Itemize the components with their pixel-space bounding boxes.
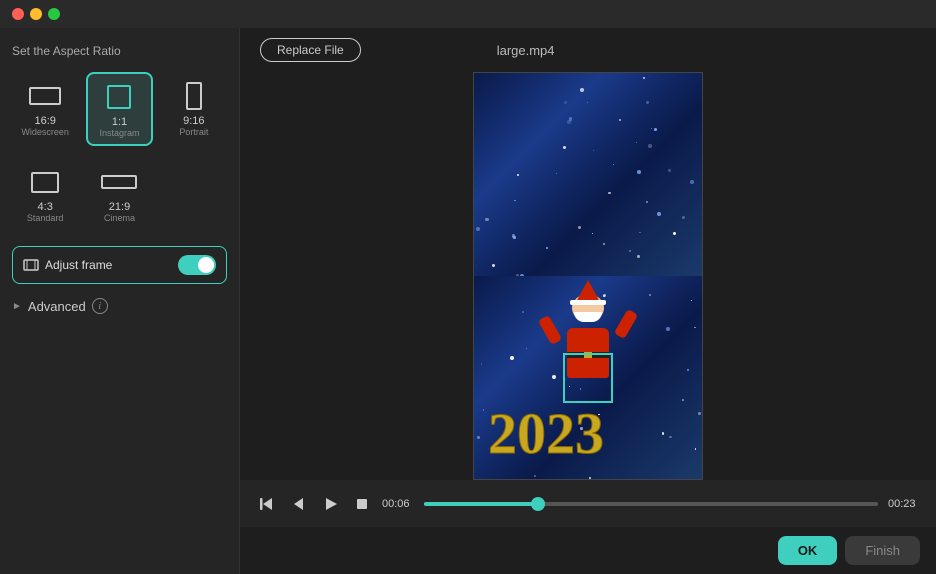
svg-text:2023: 2023: [488, 401, 604, 466]
year-display: 2023: [474, 388, 702, 479]
aspect-icon-916-wrap: [186, 79, 202, 113]
sidebar-title: Set the Aspect Ratio: [12, 44, 227, 58]
skip-back-button[interactable]: [256, 493, 278, 515]
titlebar: [0, 0, 936, 28]
adjust-frame-left: Adjust frame: [23, 257, 112, 273]
content-header: Replace File large.mp4: [240, 28, 936, 72]
total-time: 00:23: [888, 498, 920, 510]
aspect-label-219: 21:9: [109, 201, 130, 213]
aspect-label-43: 4:3: [38, 201, 53, 213]
stars-layer: [474, 73, 702, 276]
aspect-sublabel-11: Instagram: [99, 128, 139, 138]
chevron-right-icon: ►: [12, 301, 22, 312]
aspect-ratio-219[interactable]: 21:9 Cinema: [86, 158, 152, 230]
aspect-ratio-grid: 16:9 Widescreen 1:1 Instagram 9:16 Portr…: [12, 72, 227, 146]
aspect-sublabel-916: Portrait: [179, 127, 208, 137]
step-back-button[interactable]: [288, 493, 310, 515]
advanced-row[interactable]: ► Advanced i: [12, 298, 227, 314]
main-layout: Set the Aspect Ratio 16:9 Widescreen 1:1…: [0, 28, 936, 574]
controls-bar: 00:06 00:23: [240, 480, 936, 527]
play-button[interactable]: [320, 493, 342, 515]
finish-button[interactable]: Finish: [845, 536, 920, 565]
santa-beard: [574, 312, 602, 322]
traffic-lights: [12, 8, 60, 20]
aspect-ratio-grid-row2: 4:3 Standard 21:9 Cinema: [12, 158, 227, 230]
aspect-icon-43-wrap: [31, 165, 59, 199]
progress-bar[interactable]: [424, 502, 878, 506]
aspect-icon-169-wrap: [29, 79, 61, 113]
advanced-label: Advanced: [28, 299, 86, 314]
year-svg: 2023: [478, 398, 698, 468]
adjust-frame-row: Adjust frame: [12, 246, 227, 284]
progress-fill: [424, 502, 538, 506]
replace-file-button[interactable]: Replace File: [260, 38, 361, 62]
aspect-icon-169: [29, 87, 61, 105]
toggle-knob: [198, 257, 214, 273]
aspect-icon-219: [101, 175, 137, 189]
aspect-ratio-11[interactable]: 1:1 Instagram: [86, 72, 152, 146]
aspect-icon-43: [31, 172, 59, 193]
progress-thumb[interactable]: [531, 497, 545, 511]
video-bottom-half: 2023: [474, 276, 702, 479]
content-area: Replace File large.mp4: [240, 28, 936, 574]
adjust-frame-toggle[interactable]: [178, 255, 216, 275]
santa-hat: [576, 280, 600, 302]
aspect-icon-11-wrap: [107, 80, 131, 114]
close-button[interactable]: [12, 8, 24, 20]
aspect-ratio-916[interactable]: 9:16 Portrait: [161, 72, 227, 146]
aspect-label-916: 9:16: [183, 115, 204, 127]
aspect-icon-219-wrap: [101, 165, 137, 199]
stop-button[interactable]: [352, 494, 372, 514]
video-area: 2023: [240, 72, 936, 480]
aspect-label-11: 1:1: [112, 116, 127, 128]
aspect-sublabel-219: Cinema: [104, 213, 135, 223]
video-top-half: [474, 73, 702, 276]
aspect-icon-916: [186, 82, 202, 110]
video-container: 2023: [473, 72, 703, 480]
adjust-frame-icon: [23, 257, 39, 273]
sidebar: Set the Aspect Ratio 16:9 Widescreen 1:1…: [0, 28, 240, 574]
info-icon[interactable]: i: [92, 298, 108, 314]
bottom-bar: OK Finish: [240, 527, 936, 574]
aspect-ratio-43[interactable]: 4:3 Standard: [12, 158, 78, 230]
santa-hat-brim: [570, 300, 606, 305]
maximize-button[interactable]: [48, 8, 60, 20]
aspect-label-169: 16:9: [34, 115, 55, 127]
filename-label: large.mp4: [497, 43, 555, 58]
current-time: 00:06: [382, 498, 414, 510]
aspect-icon-11: [107, 85, 131, 109]
minimize-button[interactable]: [30, 8, 42, 20]
adjust-frame-label: Adjust frame: [45, 258, 112, 272]
aspect-ratio-169[interactable]: 16:9 Widescreen: [12, 72, 78, 146]
aspect-sublabel-43: Standard: [27, 213, 64, 223]
ok-button[interactable]: OK: [778, 536, 838, 565]
aspect-sublabel-169: Widescreen: [21, 127, 69, 137]
